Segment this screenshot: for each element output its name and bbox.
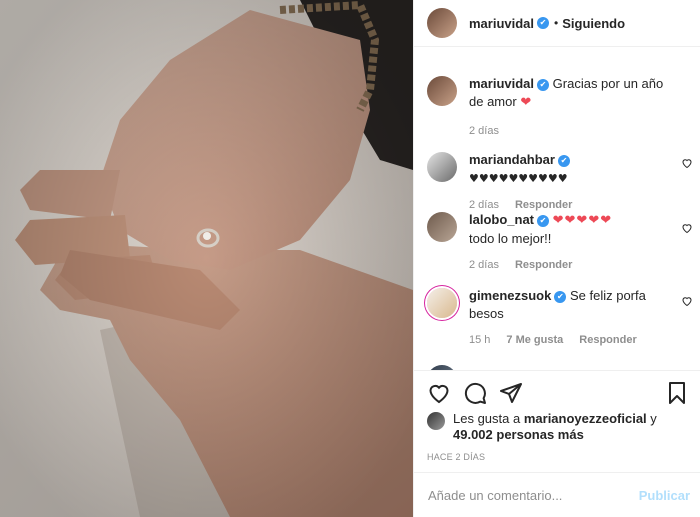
list-item: lalobo_nat ✔ ❤❤❤❤❤ todo lo mejor!! 2 días… xyxy=(427,211,697,272)
heart-icon[interactable] xyxy=(427,381,451,405)
post-details-panel: mariuvidal ✔ • Siguiendo mariuvidal ✔ Gra… xyxy=(413,0,700,517)
comment-text: todo lo mejor!! xyxy=(469,231,552,246)
list-item: mariandahbar ✔ ♥♥♥♥♥♥♥♥♥♥ 2 días Responde… xyxy=(427,151,697,212)
red-heart-emoji: ❤ xyxy=(520,95,533,110)
post-header: mariuvidal ✔ • Siguiendo xyxy=(414,0,700,47)
comment-time[interactable]: 2 días xyxy=(469,258,499,272)
reply-button[interactable]: Responder xyxy=(579,333,636,347)
share-icon[interactable] xyxy=(499,381,523,405)
separator: • xyxy=(554,16,559,30)
comment-likes[interactable]: 7 Me gusta xyxy=(506,333,563,347)
caption-username[interactable]: mariuvidal xyxy=(469,76,534,91)
avatar[interactable] xyxy=(427,76,457,106)
red-hearts-emoji: ❤❤❤❤❤ xyxy=(552,213,613,228)
add-comment-bar: Publicar xyxy=(414,472,700,517)
author-username[interactable]: mariuvidal xyxy=(469,16,534,31)
comment-text: ♥♥♥♥♥♥♥♥♥♥ xyxy=(469,172,568,185)
comment-time[interactable]: 15 h xyxy=(469,333,490,347)
likes-conj: y xyxy=(650,411,657,426)
post-photo[interactable] xyxy=(0,0,413,517)
like-heart-icon[interactable] xyxy=(681,157,693,169)
following-button[interactable]: Siguiendo xyxy=(562,16,625,31)
like-heart-icon[interactable] xyxy=(681,295,693,307)
verified-badge-icon: ✔ xyxy=(554,290,567,303)
likes-count[interactable]: 49.002 personas más xyxy=(453,427,584,442)
post-actions: Les gusta a marianoyezzeoficial y 49.002… xyxy=(414,370,700,517)
comment-username[interactable]: gimenezsuok xyxy=(469,288,551,303)
post-button[interactable]: Publicar xyxy=(639,488,690,503)
verified-badge-icon: ✔ xyxy=(537,214,550,227)
post-date[interactable]: HACE 2 DÍAS xyxy=(427,452,485,462)
verified-badge-icon: ✔ xyxy=(537,17,550,29)
like-heart-icon[interactable] xyxy=(681,222,693,234)
list-item: gimenezsuok ✔ Se feliz porfa besos 15 h 7… xyxy=(427,287,697,347)
likes-summary: Les gusta a marianoyezzeoficial y 49.002… xyxy=(427,411,689,443)
liker-username[interactable]: marianoyezzeoficial xyxy=(524,411,647,426)
avatar[interactable] xyxy=(427,152,457,182)
comment-input[interactable] xyxy=(428,488,639,503)
reply-button[interactable]: Responder xyxy=(515,198,572,212)
comments-list[interactable]: mariuvidal ✔ Gracias por un año de amor ❤… xyxy=(414,48,700,370)
avatar[interactable] xyxy=(427,8,457,38)
comment-icon[interactable] xyxy=(463,381,487,405)
caption: mariuvidal ✔ Gracias por un año de amor ❤… xyxy=(427,75,697,138)
comment-time[interactable]: 2 días xyxy=(469,198,499,212)
bookmark-icon[interactable] xyxy=(665,381,689,405)
verified-badge-icon: ✔ xyxy=(537,78,550,91)
likes-prefix: Les gusta a xyxy=(453,411,521,426)
verified-badge-icon: ✔ xyxy=(557,154,570,167)
caption-time[interactable]: 2 días xyxy=(469,124,499,138)
avatar[interactable] xyxy=(427,288,457,318)
reply-button[interactable]: Responder xyxy=(515,258,572,272)
avatar[interactable] xyxy=(427,412,445,430)
avatar[interactable] xyxy=(427,212,457,242)
comment-username[interactable]: lalobo_nat xyxy=(469,212,534,227)
comment-username[interactable]: mariandahbar xyxy=(469,152,555,167)
